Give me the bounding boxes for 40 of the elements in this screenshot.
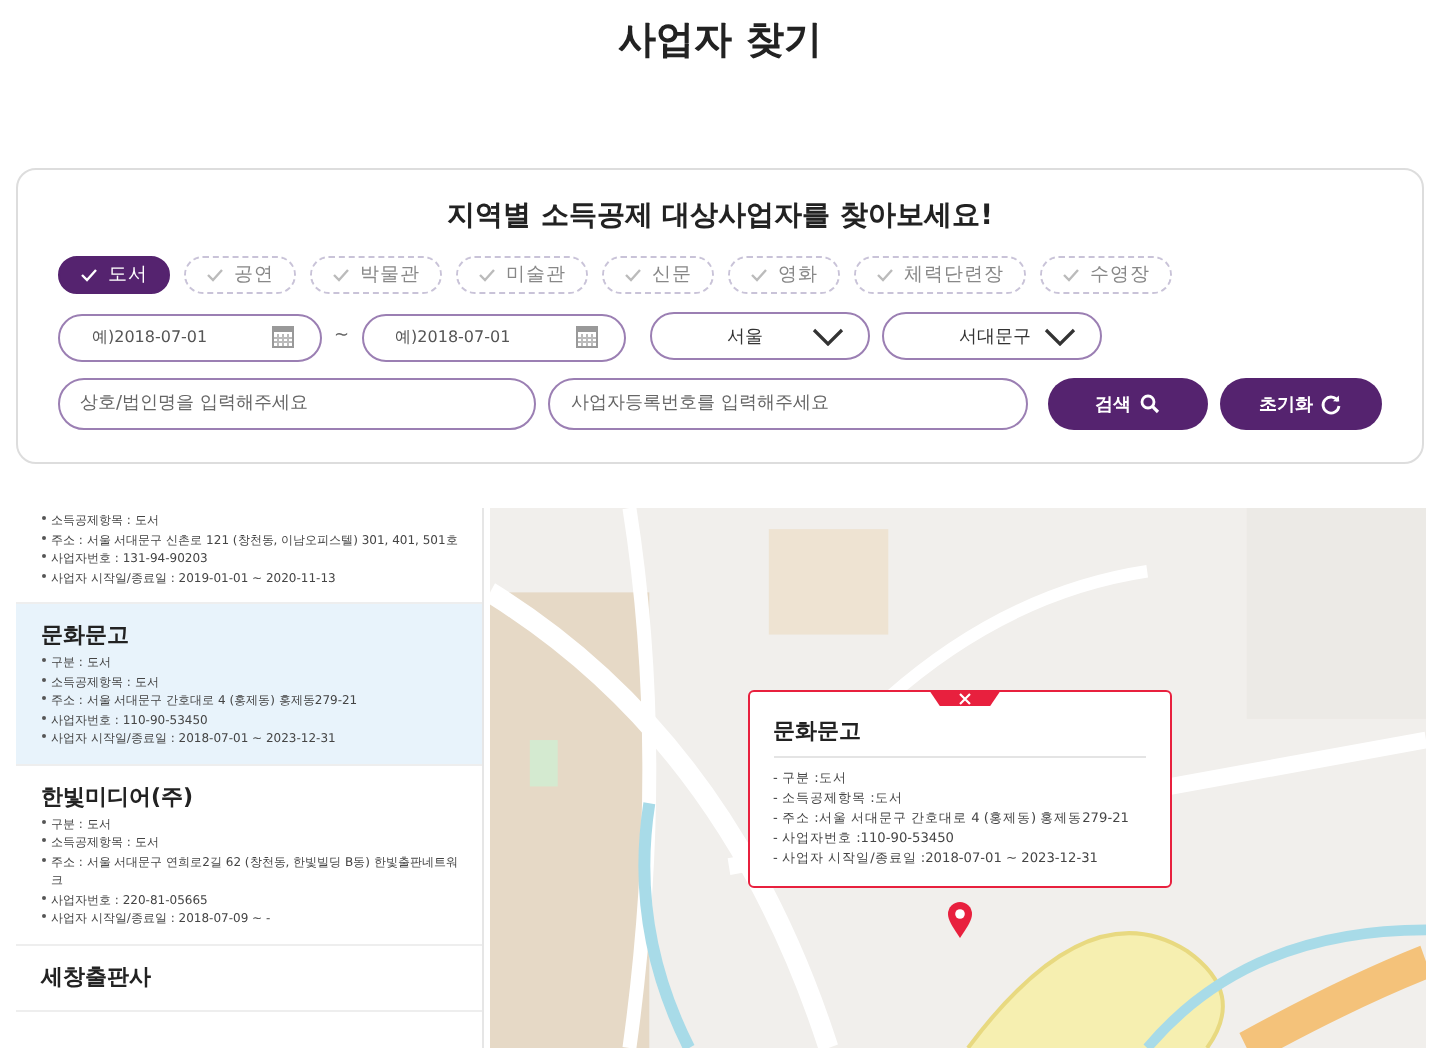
category-chip[interactable]: 도서	[58, 256, 170, 294]
check-icon	[750, 268, 768, 282]
search-icon	[1139, 394, 1160, 414]
check-icon	[624, 268, 642, 282]
check-icon	[80, 268, 98, 282]
search-heading: 지역별 소득공제 대상사업자를 찾아보세요!	[444, 198, 995, 234]
chevron-down-icon	[1043, 327, 1076, 345]
map-pin-icon[interactable]	[945, 900, 973, 940]
registration-number-field[interactable]: 사업자등록번호를 입력해주세요	[548, 378, 1028, 430]
business-name-field[interactable]: 상호/법인명을 입력해주세요	[58, 378, 537, 430]
close-button[interactable]	[929, 690, 1001, 706]
business-name: 문화문고	[41, 620, 131, 650]
popup-title: 문화문고	[773, 716, 1145, 758]
search-button[interactable]: 검색	[1047, 378, 1207, 430]
category-chip[interactable]: 영화	[728, 256, 840, 294]
category-chip[interactable]: 체력단련장	[854, 256, 1026, 294]
region-select[interactable]: 서울	[649, 312, 870, 360]
category-chip[interactable]: 수영장	[1040, 256, 1172, 294]
check-icon	[332, 268, 350, 282]
page-title: 사업자 찾기	[618, 16, 822, 66]
date-separator: ~	[334, 326, 350, 346]
business-name: 세창출판사	[41, 961, 153, 991]
calendar-icon	[575, 324, 598, 348]
category-chip[interactable]: 신문	[602, 256, 714, 294]
check-icon	[1062, 268, 1080, 282]
end-date-field[interactable]: 예)2018-07-01	[361, 313, 626, 361]
check-icon	[876, 268, 894, 282]
category-chip[interactable]: 미술관	[456, 256, 588, 294]
reset-button[interactable]: 초기화	[1219, 378, 1383, 430]
refresh-icon	[1320, 393, 1343, 415]
calendar-icon	[272, 324, 294, 348]
check-icon	[478, 268, 496, 282]
check-icon	[206, 268, 224, 282]
start-date-field[interactable]: 예)2018-07-01	[58, 313, 322, 361]
business-name: 한빛미디어(주)	[41, 781, 196, 811]
category-chip[interactable]: 공연	[184, 256, 296, 294]
chevron-down-icon	[811, 327, 844, 345]
category-chip[interactable]: 박물관	[310, 256, 442, 294]
result-item[interactable]: 세창출판사	[15, 945, 481, 1011]
district-select[interactable]: 서대문구	[881, 312, 1102, 360]
